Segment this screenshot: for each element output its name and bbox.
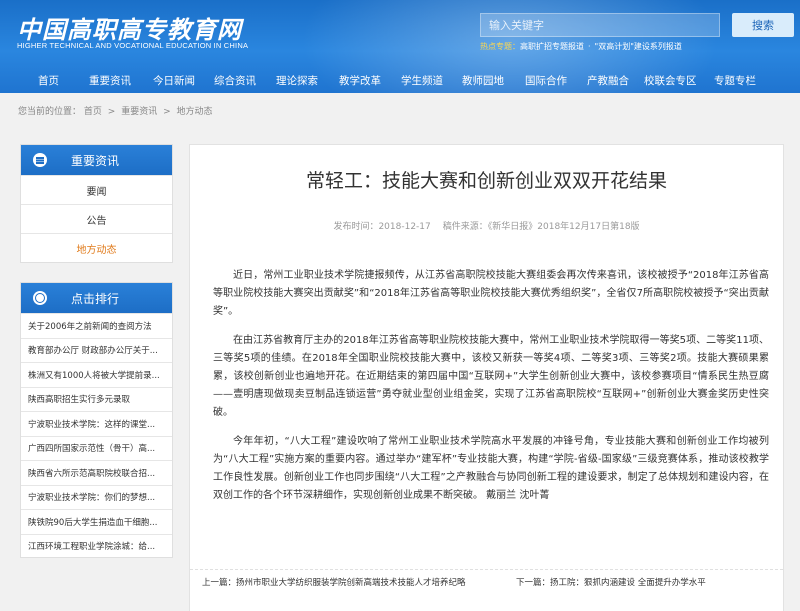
news-category-panel: 重要资讯 要闻 公告 地方动态 (20, 144, 173, 263)
breadcrumb-separator: > (107, 107, 116, 117)
previous-article-link[interactable]: 扬州市职业大学纺织服装学院创新高端技术技能人才培养纪略 (236, 578, 466, 588)
ranking-list-item[interactable]: 陕西高职招生实行多元录取 (21, 386, 172, 412)
hot-topic-link[interactable]: "双高计划"建设系列报道 (595, 42, 682, 51)
globe-icon (33, 291, 47, 305)
search-input[interactable] (480, 13, 720, 37)
site-logo[interactable]: 中国高职高专教育网 (17, 10, 242, 45)
sidebar-item-announcements[interactable]: 公告 (21, 204, 172, 233)
source-label: 稿件来源： (442, 222, 488, 232)
site-logo-subtitle: HIGHER TECHNICAL AND VOCATIONAL EDUCATIO… (17, 41, 249, 50)
breadcrumb-item-home[interactable]: 首页 (84, 107, 102, 117)
ranking-list-item[interactable]: 江西环境工程职业学院涂城：给... (21, 533, 172, 559)
hot-topic-separator: · (588, 42, 591, 51)
next-article-link[interactable]: 扬工院：狠抓内涵建设 全面提升办学水平 (550, 578, 706, 588)
breadcrumb-separator: > (163, 107, 171, 117)
breadcrumb-item-important-news[interactable]: 重要资讯 (121, 107, 157, 117)
news-category-title: 重要资讯 (71, 153, 120, 168)
nav-item-today-news[interactable]: 今日新闻 (153, 73, 195, 88)
nav-item-special-topics[interactable]: 专题专栏 (714, 73, 756, 88)
site-header: 中国高职高专教育网 HIGHER TECHNICAL AND VOCATIONA… (0, 0, 800, 93)
article-title: 常轻工：技能大赛和创新创业双双开花结果 (305, 170, 667, 192)
nav-item-home[interactable]: 首页 (38, 73, 59, 88)
article-meta: 发布时间：2018-12-17 稿件来源：《新华日报》2018年12月17日第18… (190, 219, 783, 232)
article-paragraph: 今年年初，“八大工程”建设吹响了常州工业职业技术学院高水平发展的冲锋号角，专业技… (213, 436, 769, 501)
click-ranking-panel: 点击排行 关于2006年之前新闻的查阅方法 教育部办公厅 财政部办公厅关于...… (20, 282, 173, 558)
hot-topics-label: 热点专题： (480, 42, 520, 51)
breadcrumb: 您当前的位置： 首页 > 重要资讯 > 地方动态 (18, 104, 213, 117)
next-article: 下一篇：扬工院：狠抓内涵建设 全面提升办学水平 (516, 576, 706, 588)
main-nav: 首页 重要资讯 今日新闻 综合资讯 理论探索 教学改革 学生频道 教师园地 国际… (0, 67, 800, 93)
nav-item-teaching-reform[interactable]: 教学改革 (339, 73, 381, 88)
ranking-list-item[interactable]: 宁波职业技术学院：你们的梦想... (21, 484, 172, 510)
publish-date: 2018-12-17 (378, 222, 431, 232)
nav-item-important-news[interactable]: 重要资讯 (89, 73, 131, 88)
nav-item-general-news[interactable]: 综合资讯 (214, 73, 256, 88)
list-icon (33, 153, 47, 167)
nav-item-teachers[interactable]: 教师园地 (462, 73, 504, 88)
article-body: 近日，常州工业职业技术学院捷报频传，从江苏省高职院校技能大赛组委会再次传来喜讯，… (213, 267, 769, 516)
article-panel: 常轻工：技能大赛和创新创业双双开花结果 发布时间：2018-12-17 稿件来源：… (189, 144, 784, 611)
ranking-list-item[interactable]: 关于2006年之前新闻的查阅方法 (21, 313, 172, 338)
nav-item-theory[interactable]: 理论探索 (276, 73, 318, 88)
search-button[interactable]: 搜索 (732, 13, 794, 37)
nav-item-alliance[interactable]: 校联会专区 (644, 73, 697, 88)
article-paragraph: 近日，常州工业职业技术学院捷报频传，从江苏省高职院校技能大赛组委会再次传来喜讯，… (213, 270, 769, 317)
ranking-list-item[interactable]: 株洲又有1000人将被大学提前录... (21, 362, 172, 387)
sidebar-item-headlines[interactable]: 要闻 (21, 175, 172, 204)
ranking-list-item[interactable]: 宁波职业技术学院：这样的课堂... (21, 411, 172, 436)
ranking-list-item[interactable]: 广西四所国家示范性（骨干）高... (21, 435, 172, 461)
nav-item-international[interactable]: 国际合作 (525, 73, 567, 88)
article-paragraph: 在由江苏省教育厅主办的2018年江苏省高等职业院校技能大赛中，常州工业职业技术学… (213, 335, 769, 418)
breadcrumb-prefix: 您当前的位置： (18, 107, 82, 117)
click-ranking-title: 点击排行 (71, 291, 120, 306)
click-ranking-header: 点击排行 (21, 283, 172, 313)
nav-item-students[interactable]: 学生频道 (401, 73, 443, 88)
ranking-list-item[interactable]: 教育部办公厅 财政部办公厅关于... (21, 337, 172, 363)
ranking-list-item[interactable]: 陕铁院90后大学生捐造血干细胞... (21, 509, 172, 534)
nav-item-industry-education[interactable]: 产教融合 (587, 73, 629, 88)
previous-article-label: 上一篇： (202, 578, 237, 588)
article-source: 《新华日报》2018年12月17日第18版 (487, 222, 640, 232)
hot-topic-link[interactable]: 高职扩招专题报道 (520, 42, 584, 51)
hot-topics: 热点专题：高职扩招专题报道 · "双高计划"建设系列报道 (480, 41, 682, 52)
ranking-list-item[interactable]: 陕西省六所示范高职院校联合招... (21, 460, 172, 485)
breadcrumb-item-local-news[interactable]: 地方动态 (177, 107, 213, 117)
article-pagination: 上一篇：扬州市职业大学纺织服装学院创新高端技术技能人才培养纪略 下一篇：扬工院：… (190, 569, 783, 588)
publish-date-label: 发布时间： (333, 222, 379, 232)
previous-article: 上一篇：扬州市职业大学纺织服装学院创新高端技术技能人才培养纪略 (202, 576, 466, 588)
sidebar-item-local-news[interactable]: 地方动态 (21, 233, 172, 262)
next-article-label: 下一篇： (516, 578, 551, 588)
news-category-header: 重要资讯 (21, 145, 172, 175)
